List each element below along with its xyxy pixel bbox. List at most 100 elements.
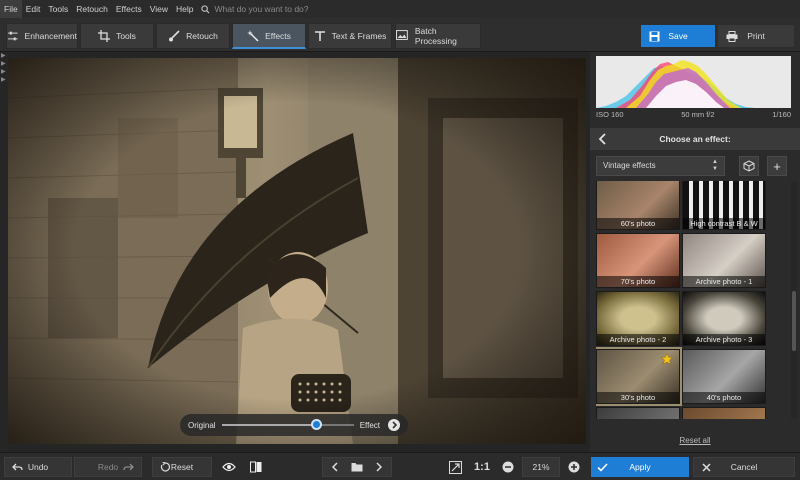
- effect-label: High contrast B & W: [683, 218, 765, 229]
- photo-preview[interactable]: [8, 58, 586, 444]
- tab-tools[interactable]: Tools: [80, 23, 154, 49]
- zoom-out-button[interactable]: [498, 457, 518, 477]
- fit-to-screen-button[interactable]: [444, 457, 466, 477]
- slider-handle[interactable]: [311, 419, 323, 430]
- expand-arrow-icon: ▶: [1, 77, 6, 83]
- tab-effects[interactable]: Effects: [232, 23, 306, 49]
- search-placeholder: What do you want to do?: [214, 4, 309, 14]
- tab-label: Effects: [265, 30, 291, 41]
- effect-thumb[interactable]: [682, 407, 766, 419]
- effect-thumb[interactable]: 70's photo: [596, 233, 680, 288]
- undo-icon: [12, 463, 23, 470]
- menu-help[interactable]: Help: [172, 0, 197, 18]
- tab-label: Retouch: [186, 31, 218, 41]
- menu-view[interactable]: View: [146, 0, 172, 18]
- reset-all-link[interactable]: Reset all: [590, 436, 800, 445]
- brush-icon: [169, 30, 180, 42]
- tab-label: Enhancement: [24, 31, 77, 41]
- menu-retouch[interactable]: Retouch: [72, 0, 112, 18]
- tab-text-frames[interactable]: Text & Frames: [308, 23, 392, 49]
- effect-thumb[interactable]: High contrast B & W: [682, 181, 766, 230]
- effect-thumb[interactable]: Archive photo - 3: [682, 291, 766, 346]
- left-collapse-strip[interactable]: ▶ ▶ ▶ ▶: [0, 52, 8, 452]
- effect-label: 40's photo: [683, 392, 765, 403]
- chevron-left-icon[interactable]: [331, 462, 339, 472]
- favorite-star-icon[interactable]: [660, 352, 674, 367]
- floppy-disk-icon: [649, 31, 660, 41]
- expand-arrow-icon: ▶: [1, 53, 6, 59]
- effects-scrollbar[interactable]: [791, 181, 797, 419]
- slider-original-label: Original: [188, 420, 216, 430]
- reset-button[interactable]: Reset: [152, 457, 212, 477]
- images-icon: [396, 30, 408, 40]
- effect-thumb-selected[interactable]: 30's photo: [596, 347, 682, 406]
- effect-thumb[interactable]: [596, 407, 680, 419]
- right-panel: ISO 160 50 mm f/2 1/160 Choose an effect…: [590, 52, 800, 452]
- back-arrow-icon[interactable]: [598, 133, 608, 147]
- zoom-level[interactable]: 21%: [522, 457, 560, 477]
- effect-label: Archive photo - 2: [597, 334, 679, 345]
- undo-button[interactable]: Undo: [4, 457, 72, 477]
- plus-icon: +: [773, 158, 781, 174]
- effect-thumb[interactable]: Archive photo - 2: [596, 291, 680, 346]
- check-icon: [597, 462, 608, 472]
- menu-effects[interactable]: Effects: [112, 0, 146, 18]
- sliders-icon: [7, 31, 18, 41]
- choose-effect-title: Choose an effect:: [659, 134, 731, 144]
- effect-label: 30's photo: [597, 392, 679, 403]
- redo-label: Redo: [97, 462, 119, 472]
- tab-batch-processing[interactable]: Batch Processing: [395, 23, 481, 49]
- tab-label: Batch Processing: [414, 26, 457, 46]
- preview-toggle-button[interactable]: [218, 457, 240, 477]
- reset-icon: [160, 462, 170, 472]
- bottom-bar: Undo Redo Reset 1:1 21% Apply Cancel: [0, 452, 800, 480]
- eye-icon: [222, 462, 236, 472]
- expand-arrow-icon: ▶: [1, 69, 6, 75]
- menu-file[interactable]: File: [0, 0, 22, 18]
- zoom-in-button[interactable]: [564, 457, 584, 477]
- menu-tools[interactable]: Tools: [44, 0, 72, 18]
- close-icon: [702, 462, 711, 472]
- histogram: [596, 56, 791, 108]
- effect-thumb[interactable]: 40's photo: [682, 349, 766, 404]
- canvas-area[interactable]: [8, 52, 590, 452]
- effect-thumb[interactable]: Archive photo - 1: [682, 233, 766, 288]
- cancel-button[interactable]: Cancel: [693, 457, 795, 477]
- scrollbar-thumb[interactable]: [792, 291, 796, 351]
- category-value: Vintage effects: [603, 161, 656, 170]
- next-arrow-icon[interactable]: [388, 419, 400, 431]
- expand-arrow-icon: ▶: [1, 61, 6, 67]
- effect-label: Archive photo - 1: [683, 276, 765, 287]
- cube-icon: [743, 160, 755, 172]
- folder-icon[interactable]: [351, 462, 363, 472]
- actual-size-button[interactable]: 1:1: [470, 457, 494, 477]
- undo-label: Undo: [27, 462, 49, 472]
- tab-retouch[interactable]: Retouch: [156, 23, 230, 49]
- printer-icon: [726, 30, 738, 42]
- effect-label: Archive photo - 3: [683, 334, 765, 345]
- cube-button[interactable]: [739, 156, 759, 176]
- compare-icon: [250, 461, 262, 473]
- effect-thumb[interactable]: 60's photo: [596, 181, 680, 230]
- effect-strength-slider[interactable]: Original Effect: [180, 414, 408, 436]
- add-effect-button[interactable]: +: [767, 156, 787, 176]
- save-button[interactable]: Save: [641, 25, 715, 47]
- chevron-right-icon[interactable]: [375, 462, 383, 472]
- apply-button[interactable]: Apply: [591, 457, 689, 477]
- effect-category-select[interactable]: Vintage effects ▲ ▼: [596, 156, 725, 176]
- exif-info: ISO 160 50 mm f/2 1/160: [596, 110, 791, 122]
- fit-screen-icon: [448, 460, 462, 474]
- tab-enhancement[interactable]: Enhancement: [6, 23, 78, 49]
- slider-fill: [222, 424, 318, 426]
- minus-circle-icon: [502, 461, 514, 473]
- text-icon: [314, 31, 325, 41]
- redo-button[interactable]: Redo: [74, 457, 142, 477]
- menu-edit[interactable]: Edit: [22, 0, 45, 18]
- tab-label: Text & Frames: [331, 31, 387, 41]
- print-button[interactable]: Print: [718, 25, 794, 47]
- compare-button[interactable]: [245, 457, 267, 477]
- effect-label: 60's photo: [597, 218, 679, 229]
- menu-search[interactable]: What do you want to do?: [201, 4, 309, 14]
- magic-wand-icon: [247, 29, 259, 42]
- updown-caret-icon: ▲ ▼: [712, 159, 718, 172]
